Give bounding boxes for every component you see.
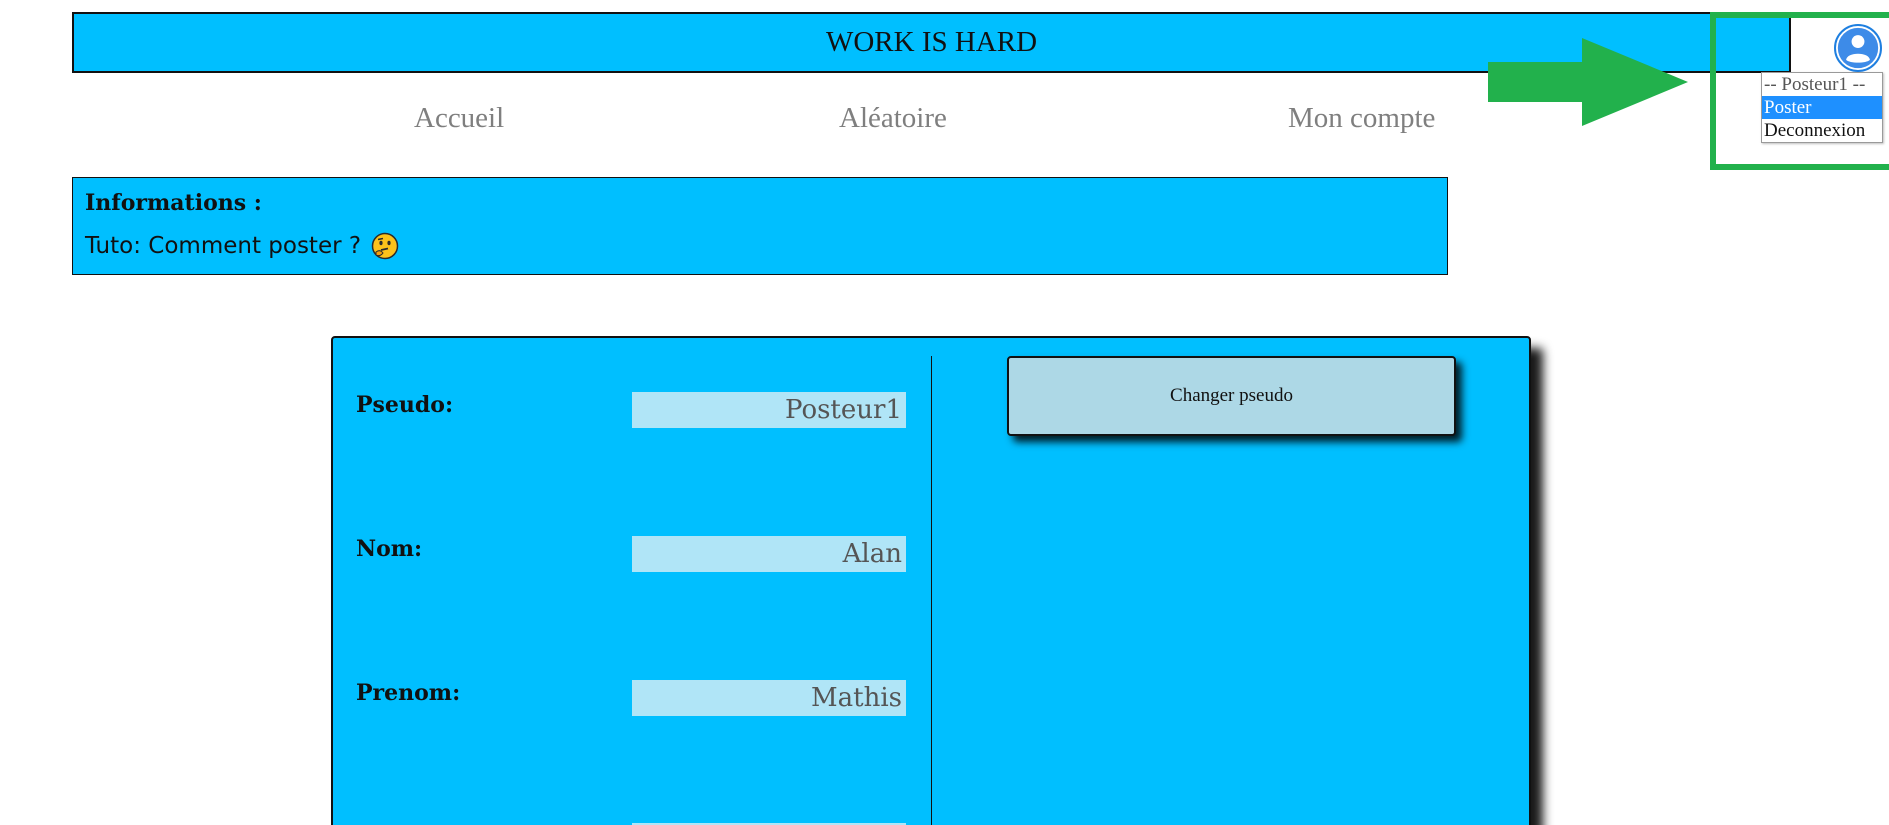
nav-link-random[interactable]: Aléatoire	[839, 102, 947, 135]
user-avatar-icon[interactable]	[1834, 24, 1882, 72]
prenom-field[interactable]	[632, 680, 906, 716]
user-menu-header-option[interactable]: -- Posteur1 --	[1762, 73, 1882, 96]
information-box: Informations : Tuto: Comment poster ?	[72, 177, 1448, 275]
user-menu-option-logout[interactable]: Deconnexion	[1762, 119, 1882, 142]
user-menu-option-poster[interactable]: Poster	[1762, 96, 1882, 119]
information-title: Informations :	[85, 190, 262, 216]
nom-label: Nom:	[356, 536, 423, 562]
pseudo-field[interactable]	[632, 392, 906, 428]
nom-field[interactable]	[632, 536, 906, 572]
user-menu-dropdown[interactable]: -- Posteur1 -- Poster Deconnexion	[1761, 72, 1883, 143]
site-title: WORK IS HARD	[825, 26, 1038, 58]
information-text: Tuto: Comment poster ?	[85, 233, 362, 259]
prenom-label: Prenom:	[356, 680, 461, 706]
green-arrow-annotation	[1488, 38, 1688, 126]
change-pseudo-button[interactable]: Changer pseudo	[1007, 356, 1456, 436]
panel-divider	[931, 356, 932, 825]
thinking-face-icon	[371, 232, 399, 260]
pseudo-label: Pseudo:	[356, 392, 454, 418]
information-line: Tuto: Comment poster ?	[85, 232, 1435, 260]
nav-link-home[interactable]: Accueil	[414, 102, 504, 135]
nav-link-account[interactable]: Mon compte	[1288, 102, 1435, 135]
